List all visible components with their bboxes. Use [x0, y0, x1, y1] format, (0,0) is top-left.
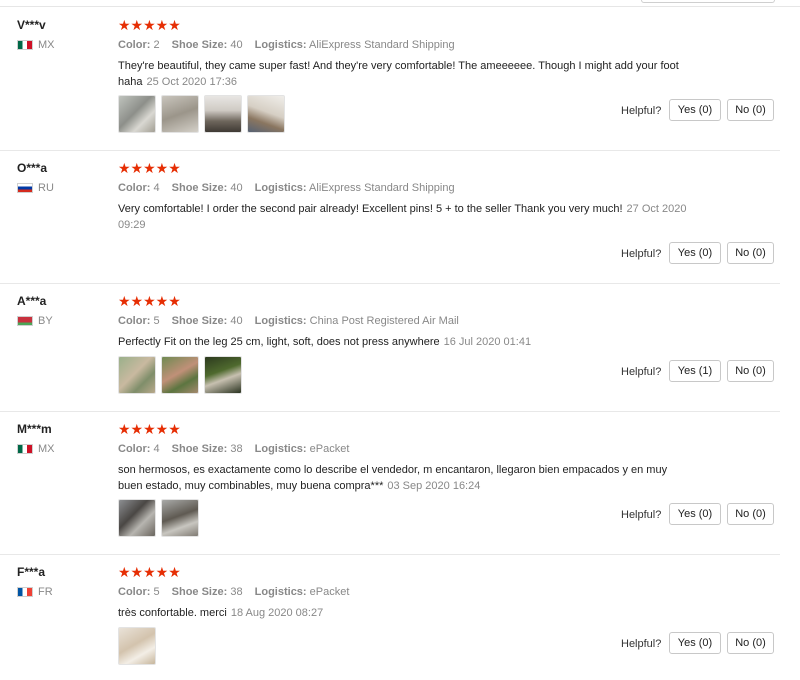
country-code: FR — [38, 586, 53, 598]
helpful-yes-button[interactable]: Yes (1) — [669, 360, 721, 382]
reviewer-country: FR — [17, 586, 53, 598]
helpful-yes-button[interactable]: Yes (0) — [669, 632, 721, 654]
review-meta: Color: 4 Shoe Size: 38 Logistics: ePacke… — [118, 443, 350, 455]
helpful-yes-button[interactable]: Yes (0) — [669, 99, 721, 121]
review-photos — [118, 95, 285, 133]
helpful-no-button[interactable]: No (0) — [727, 99, 774, 121]
review-text: très confortable. merci 18 Aug 2020 08:27 — [118, 607, 324, 619]
country-code: MX — [38, 39, 55, 51]
review-text: Very comfortable! I order the second pai… — [118, 203, 687, 231]
helpful-label: Helpful? — [621, 638, 662, 650]
mexico-flag-icon — [17, 444, 33, 454]
helpful-no-button[interactable]: No (0) — [727, 360, 774, 382]
star-rating: ★★★★★ — [118, 293, 181, 309]
review-photos — [118, 356, 242, 394]
review-photos — [118, 627, 156, 665]
helpful-no-button[interactable]: No (0) — [727, 503, 774, 525]
russia-flag-icon — [17, 183, 33, 193]
star-rating: ★★★★★ — [118, 17, 181, 33]
helpful-label: Helpful? — [621, 509, 662, 521]
helpful-no-button[interactable]: No (0) — [727, 632, 774, 654]
france-flag-icon — [17, 587, 33, 597]
helpful-label: Helpful? — [621, 105, 662, 117]
review-meta: Color: 4 Shoe Size: 40 Logistics: AliExp… — [118, 182, 455, 194]
helpful-yes-button[interactable]: Yes (0) — [669, 242, 721, 264]
review-photo-thumbnail[interactable] — [204, 356, 242, 394]
review-photo-thumbnail[interactable] — [161, 499, 199, 537]
review-item: A***a BY ★★★★★ Color: 5 Shoe Size: 40 Lo… — [0, 283, 780, 412]
review-date: 25 Oct 2020 17:36 — [146, 76, 237, 88]
review-date: 16 Jul 2020 01:41 — [443, 336, 532, 348]
reviewer-name: O***a — [17, 161, 48, 175]
review-photo-thumbnail[interactable] — [204, 95, 242, 133]
review-item: M***m MX ★★★★★ Color: 4 Shoe Size: 38 Lo… — [0, 411, 780, 555]
helpful-label: Helpful? — [621, 248, 662, 260]
helpful-no-button[interactable]: No (0) — [727, 242, 774, 264]
review-text: Perfectly Fit on the leg 25 cm, light, s… — [118, 336, 532, 348]
review-item: O***a RU ★★★★★ Color: 4 Shoe Size: 40 Lo… — [0, 150, 780, 284]
review-text: son hermosos, es exactamente como lo des… — [118, 464, 668, 492]
country-code: RU — [38, 182, 54, 194]
review-photo-thumbnail[interactable] — [247, 95, 285, 133]
mexico-flag-icon — [17, 40, 33, 50]
star-rating: ★★★★★ — [118, 421, 181, 437]
review-meta: Color: 5 Shoe Size: 40 Logistics: China … — [118, 315, 459, 327]
review-photo-thumbnail[interactable] — [118, 627, 156, 665]
reviewer-name: F***a — [17, 565, 46, 579]
helpful-yes-button[interactable]: Yes (0) — [669, 503, 721, 525]
country-code: BY — [38, 315, 53, 327]
review-photo-thumbnail[interactable] — [118, 95, 156, 133]
review-photo-thumbnail[interactable] — [161, 356, 199, 394]
reviewer-country: RU — [17, 182, 54, 194]
reviewer-country: MX — [17, 39, 55, 51]
star-rating: ★★★★★ — [118, 160, 181, 176]
belarus-flag-icon — [17, 316, 33, 326]
reviewer-country: BY — [17, 315, 53, 327]
review-photos — [118, 499, 199, 537]
sort-dropdown[interactable] — [641, 0, 775, 3]
review-photo-thumbnail[interactable] — [161, 95, 199, 133]
review-meta: Color: 2 Shoe Size: 40 Logistics: AliExp… — [118, 39, 455, 51]
review-date: 18 Aug 2020 08:27 — [230, 607, 324, 619]
reviewer-name: V***v — [17, 18, 46, 32]
review-item: F***a FR ★★★★★ Color: 5 Shoe Size: 38 Lo… — [0, 554, 780, 680]
reviewer-name: A***a — [17, 294, 47, 308]
reviewer-country: MX — [17, 443, 55, 455]
review-photo-thumbnail[interactable] — [118, 499, 156, 537]
helpful-label: Helpful? — [621, 366, 662, 378]
review-meta: Color: 5 Shoe Size: 38 Logistics: ePacke… — [118, 586, 350, 598]
reviewer-name: M***m — [17, 422, 52, 436]
review-photo-thumbnail[interactable] — [118, 356, 156, 394]
review-text: They're beautiful, they came super fast!… — [118, 60, 679, 88]
country-code: MX — [38, 443, 55, 455]
review-item: V***v MX ★★★★★ Color: 2 Shoe Size: 40 Lo… — [0, 7, 780, 151]
star-rating: ★★★★★ — [118, 564, 181, 580]
review-date: 03 Sep 2020 16:24 — [387, 480, 481, 492]
